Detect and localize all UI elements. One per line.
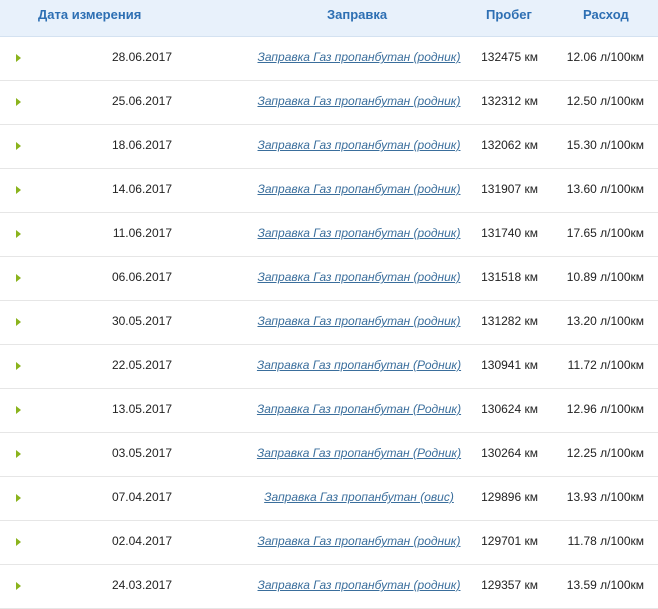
table-row[interactable]: 18.06.2017 Заправка Газ пропанбутан (родн… bbox=[0, 125, 658, 169]
fuel-link[interactable]: Заправка Газ пропанбутан (Родник) bbox=[228, 358, 490, 372]
row-date: 11.06.2017 bbox=[112, 226, 172, 240]
fuel-link[interactable]: Заправка Газ пропанбутан (родник) bbox=[228, 50, 490, 64]
row-consumption: 11.72 л/100км bbox=[567, 358, 644, 372]
fuel-link[interactable]: Заправка Газ пропанбутан (овис) bbox=[228, 490, 490, 504]
row-mileage: 132312 км bbox=[481, 94, 538, 108]
row-mileage: 130264 км bbox=[481, 446, 538, 460]
fuel-link[interactable]: Заправка Газ пропанбутан (родник) bbox=[228, 182, 490, 196]
row-mileage: 130941 км bbox=[481, 358, 538, 372]
row-mileage: 131282 км bbox=[481, 314, 538, 328]
table-row[interactable]: 06.06.2017 Заправка Газ пропанбутан (родн… bbox=[0, 257, 658, 301]
table-row[interactable]: 03.05.2017 Заправка Газ пропанбутан (Родн… bbox=[0, 433, 658, 477]
row-date: 22.05.2017 bbox=[111, 358, 172, 372]
table-row[interactable]: 25.06.2017 Заправка Газ пропанбутан (родн… bbox=[0, 81, 658, 125]
row-mileage: 131518 км bbox=[481, 270, 538, 284]
row-consumption: 10.89 л/100км bbox=[566, 270, 644, 284]
row-consumption: 11.78 л/100км bbox=[567, 534, 644, 548]
row-consumption: 15.30 л/100км bbox=[566, 138, 644, 152]
row-consumption: 13.93 л/100км bbox=[566, 490, 644, 504]
row-consumption: 12.50 л/100км bbox=[566, 94, 644, 108]
expand-arrow-icon[interactable] bbox=[16, 450, 21, 458]
expand-arrow-icon[interactable] bbox=[16, 494, 21, 502]
expand-arrow-icon[interactable] bbox=[16, 274, 21, 282]
fuel-link[interactable]: Заправка Газ пропанбутан (родник) bbox=[228, 138, 490, 152]
fuel-link[interactable]: Заправка Газ пропанбутан (Родник) bbox=[228, 402, 490, 416]
column-header-mileage[interactable]: Пробег bbox=[486, 7, 532, 22]
table-row[interactable]: 02.04.2017 Заправка Газ пропанбутан (родн… bbox=[0, 521, 658, 565]
expand-arrow-icon[interactable] bbox=[16, 538, 21, 546]
row-date: 03.05.2017 bbox=[111, 446, 172, 460]
row-mileage: 129357 км bbox=[481, 578, 538, 592]
fuel-link[interactable]: Заправка Газ пропанбутан (родник) bbox=[228, 314, 490, 328]
fuel-link[interactable]: Заправка Газ пропанбутан (родник) bbox=[228, 226, 490, 240]
table-row[interactable]: 30.05.2017 Заправка Газ пропанбутан (родн… bbox=[0, 301, 658, 345]
expand-arrow-icon[interactable] bbox=[16, 54, 21, 62]
table-row[interactable]: 14.06.2017 Заправка Газ пропанбутан (родн… bbox=[0, 169, 658, 213]
row-consumption: 13.59 л/100км bbox=[566, 578, 644, 592]
fuel-link[interactable]: Заправка Газ пропанбутан (Родник) bbox=[228, 446, 490, 460]
row-date: 14.06.2017 bbox=[111, 182, 172, 196]
row-mileage: 131907 км bbox=[481, 182, 538, 196]
row-consumption: 13.60 л/100км bbox=[566, 182, 644, 196]
table-row[interactable]: 11.06.2017 Заправка Газ пропанбутан (родн… bbox=[0, 213, 658, 257]
table-row[interactable]: 28.06.2017 Заправка Газ пропанбутан (родн… bbox=[0, 37, 658, 81]
table-row[interactable]: 07.04.2017 Заправка Газ пропанбутан (овис… bbox=[0, 477, 658, 521]
row-date: 02.04.2017 bbox=[111, 534, 172, 548]
expand-arrow-icon[interactable] bbox=[16, 318, 21, 326]
row-date: 18.06.2017 bbox=[111, 138, 172, 152]
table-header: Дата измерения Заправка Пробег Расход bbox=[0, 0, 658, 37]
row-consumption: 13.20 л/100км bbox=[566, 314, 644, 328]
fuel-link[interactable]: Заправка Газ пропанбутан (родник) bbox=[228, 94, 490, 108]
table-row[interactable]: 13.05.2017 Заправка Газ пропанбутан (Родн… bbox=[0, 389, 658, 433]
row-mileage: 130624 км bbox=[481, 402, 538, 416]
table-body: 28.06.2017 Заправка Газ пропанбутан (родн… bbox=[0, 37, 658, 609]
expand-arrow-icon[interactable] bbox=[16, 142, 21, 150]
row-mileage: 131740 км bbox=[481, 226, 538, 240]
row-date: 25.06.2017 bbox=[111, 94, 172, 108]
expand-arrow-icon[interactable] bbox=[16, 186, 21, 194]
row-mileage: 132475 км bbox=[481, 50, 538, 64]
fuel-link[interactable]: Заправка Газ пропанбутан (родник) bbox=[228, 270, 490, 284]
row-consumption: 12.25 л/100км bbox=[566, 446, 644, 460]
column-header-date[interactable]: Дата измерения bbox=[38, 7, 141, 22]
table-row[interactable]: 22.05.2017 Заправка Газ пропанбутан (Родн… bbox=[0, 345, 658, 389]
row-mileage: 132062 км bbox=[481, 138, 538, 152]
row-date: 13.05.2017 bbox=[111, 402, 172, 416]
expand-arrow-icon[interactable] bbox=[16, 406, 21, 414]
fuel-link[interactable]: Заправка Газ пропанбутан (родник) bbox=[228, 534, 490, 548]
row-date: 07.04.2017 bbox=[111, 490, 172, 504]
row-mileage: 129896 км bbox=[481, 490, 538, 504]
fuel-link[interactable]: Заправка Газ пропанбутан (родник) bbox=[228, 578, 490, 592]
row-consumption: 17.65 л/100км bbox=[566, 226, 644, 240]
column-header-consumption[interactable]: Расход bbox=[583, 7, 629, 22]
table-row[interactable]: 24.03.2017 Заправка Газ пропанбутан (родн… bbox=[0, 565, 658, 609]
row-consumption: 12.96 л/100км bbox=[566, 402, 644, 416]
row-date: 28.06.2017 bbox=[111, 50, 172, 64]
row-date: 24.03.2017 bbox=[111, 578, 172, 592]
row-date: 06.06.2017 bbox=[111, 270, 172, 284]
expand-arrow-icon[interactable] bbox=[16, 362, 21, 370]
row-mileage: 129701 км bbox=[481, 534, 538, 548]
column-header-fuel[interactable]: Заправка bbox=[327, 7, 387, 22]
expand-arrow-icon[interactable] bbox=[16, 98, 21, 106]
expand-arrow-icon[interactable] bbox=[16, 230, 21, 238]
expand-arrow-icon[interactable] bbox=[16, 582, 21, 590]
row-date: 30.05.2017 bbox=[111, 314, 172, 328]
row-consumption: 12.06 л/100км bbox=[566, 50, 644, 64]
